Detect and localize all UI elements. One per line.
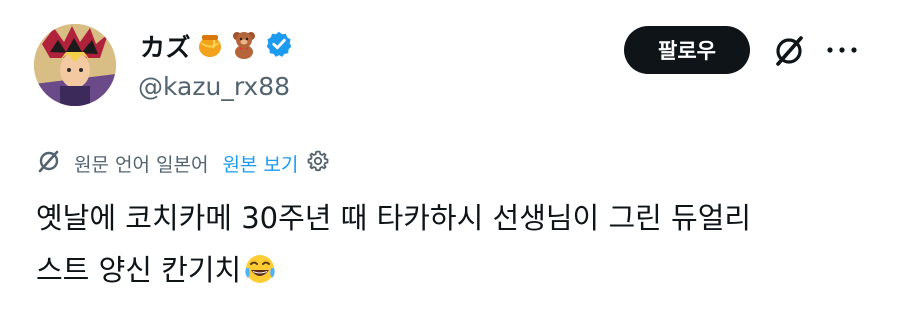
teddy-bear-icon — [229, 29, 259, 63]
gear-icon[interactable] — [306, 149, 330, 178]
tweet-text-line-content: 스트 양신 칸기치 — [36, 253, 242, 287]
face-with-tears-of-joy-icon — [243, 250, 277, 302]
grok-icon[interactable] — [771, 33, 807, 69]
show-original-link[interactable]: 원본 보기 — [222, 150, 298, 177]
avatar[interactable] — [34, 24, 116, 106]
translation-source-label: 원문 언어 일본어 — [74, 153, 209, 176]
tweet-text-line: 스트 양신 칸기치 — [36, 244, 866, 302]
honey-pot-icon — [195, 29, 225, 63]
translation-notice: 원문 언어 일본어 원본 보기 — [36, 146, 330, 180]
user-name-row[interactable]: カズ — [140, 26, 293, 66]
verified-badge-icon[interactable] — [265, 30, 293, 62]
tweet-text-line: 옛날에 코치카메 30주년 때 타카하시 선생님이 그린 듀얼리 — [36, 201, 752, 235]
grok-translate-icon — [36, 148, 62, 179]
more-options-icon[interactable] — [824, 38, 860, 62]
display-name[interactable]: カズ — [140, 28, 191, 64]
user-handle[interactable]: @kazu_rx88 — [138, 72, 290, 101]
tweet-text: 옛날에 코치카메 30주년 때 타카하시 선생님이 그린 듀얼리 스트 양신 칸… — [36, 192, 866, 302]
follow-button[interactable]: 팔로우 — [624, 26, 750, 74]
